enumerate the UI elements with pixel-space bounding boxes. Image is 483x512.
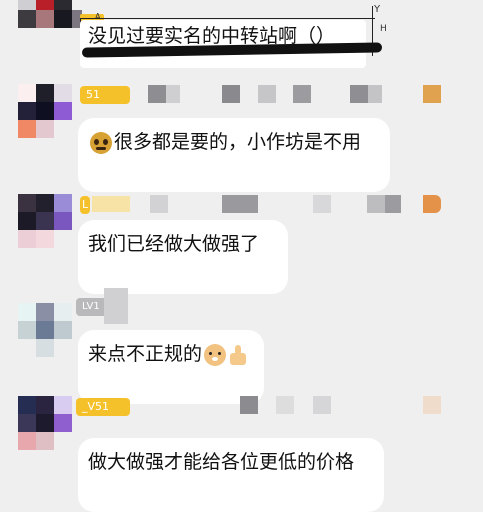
level-badge-4: _V51: [76, 398, 130, 416]
name-blur-3: [104, 288, 128, 324]
message-text-2: 我们已经做大做强了: [88, 233, 260, 255]
message-text-3: 来点不正规的: [88, 343, 203, 365]
level-badge-1: 51: [80, 86, 130, 104]
message-text-4: 做大做强才能给各位更低的价格: [88, 451, 355, 473]
pleading-face-icon: [90, 131, 112, 154]
message-bubble-2[interactable]: 我们已经做大做强了: [78, 220, 288, 294]
message-text-1: 很多都是要的，小作坊是不用: [114, 131, 362, 153]
level-badge-2: L: [80, 196, 90, 214]
marker-y: Y: [374, 4, 381, 15]
dog-face-icon: [204, 343, 227, 366]
marker-h: H: [380, 24, 387, 34]
message-bubble-3[interactable]: 来点不正规的: [78, 330, 264, 404]
message-bubble-1[interactable]: 很多都是要的，小作坊是不用: [78, 118, 390, 192]
message-bubble-4[interactable]: 做大做强才能给各位更低的价格: [78, 438, 384, 512]
thumbs-up-icon: [228, 344, 248, 366]
frame-top-rule: [80, 18, 375, 19]
